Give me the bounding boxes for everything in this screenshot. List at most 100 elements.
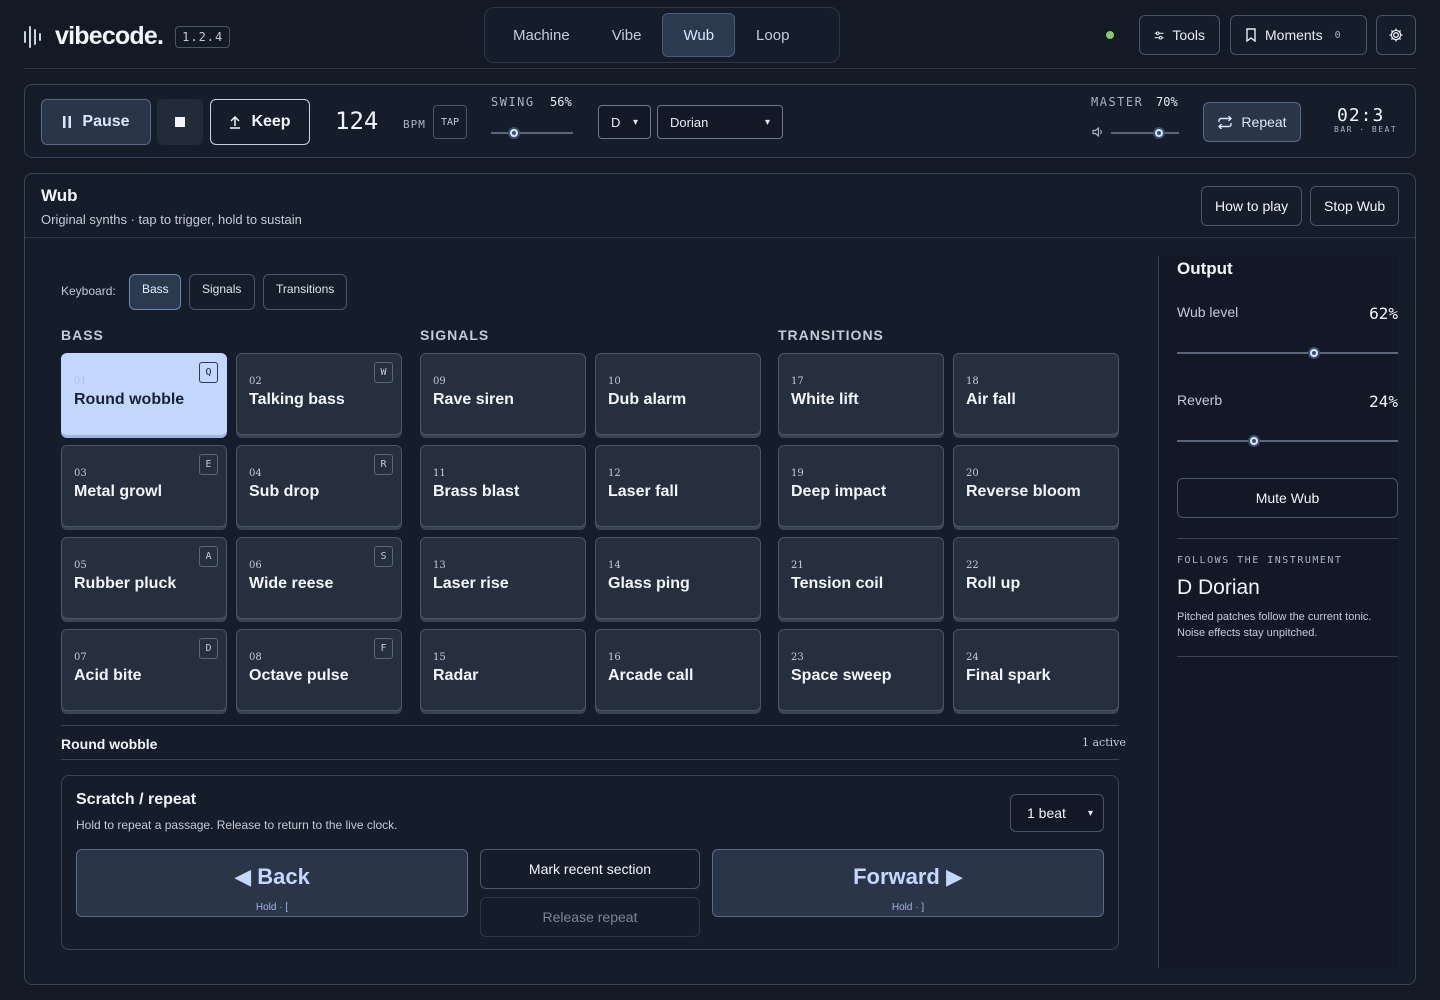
master-volume-knob[interactable] (1152, 127, 1165, 139)
pad-number: 05 (74, 560, 87, 571)
keyboard-tab-bass[interactable]: Bass (129, 274, 181, 310)
transport-bar: Pause Keep 124 BPM TAP SWING 56% D ▾ Dor… (24, 84, 1416, 158)
master-value: 70% (1156, 95, 1178, 109)
mute-wub-button[interactable]: Mute Wub (1177, 478, 1398, 518)
tab-loop[interactable]: Loop (735, 13, 810, 57)
mark-recent-section-button[interactable]: Mark recent section (480, 849, 700, 889)
pad-number: 23 (791, 652, 804, 663)
bpm-label: BPM (403, 118, 426, 131)
pause-button[interactable]: Pause (41, 99, 151, 145)
wub-level-knob[interactable] (1308, 347, 1321, 359)
pad-button[interactable]: 20 Reverse bloom (953, 445, 1119, 527)
pad-button[interactable]: 07 Acid bite D (61, 629, 227, 711)
swing-slider-knob[interactable] (507, 127, 520, 139)
forward-hint: Hold · ] (891, 902, 925, 913)
pad-button[interactable]: 23 Space sweep (778, 629, 944, 711)
keep-button[interactable]: Keep (210, 99, 310, 145)
group-title-signals: SIGNALS (420, 327, 490, 343)
pad-button[interactable]: 14 Glass ping (595, 537, 761, 619)
pause-icon (63, 116, 72, 128)
pad-name: Rubber pluck (74, 575, 177, 592)
pad-button[interactable]: 12 Laser fall (595, 445, 761, 527)
key-select-value: D (611, 114, 621, 130)
swing-slider[interactable] (491, 127, 573, 139)
pad-button[interactable]: 19 Deep impact (778, 445, 944, 527)
settings-button[interactable] (1376, 15, 1416, 55)
pad-button[interactable]: 22 Roll up (953, 537, 1119, 619)
pad-key-hint: Q (199, 362, 218, 383)
pad-button[interactable]: 09 Rave siren (420, 353, 586, 435)
pad-button[interactable]: 01 Round wobble Q (61, 353, 227, 435)
app-logo[interactable]: vibecode. 1.2.4 (24, 22, 231, 51)
chevron-down-icon: ▾ (632, 116, 638, 128)
group-title-transitions: TRANSITIONS (778, 327, 884, 343)
master-volume-slider[interactable] (1111, 127, 1179, 139)
reverb-slider[interactable] (1177, 435, 1398, 447)
stop-button[interactable] (157, 99, 203, 145)
pad-name: Roll up (966, 575, 1021, 592)
pad-button[interactable]: 05 Rubber pluck A (61, 537, 227, 619)
pad-button[interactable]: 04 Sub drop R (236, 445, 402, 527)
upload-icon (230, 115, 241, 129)
version-badge: 1.2.4 (175, 25, 231, 48)
back-hint: Hold · [ (255, 902, 289, 913)
wub-level-value: 62% (1369, 304, 1398, 323)
tab-machine[interactable]: Machine (492, 13, 591, 57)
back-button[interactable]: ◀ Back Hold · [ (76, 849, 468, 917)
pad-button[interactable]: 17 White lift (778, 353, 944, 435)
tab-wub[interactable]: Wub (662, 13, 736, 57)
how-to-play-button[interactable]: How to play (1201, 186, 1303, 226)
pad-number: 17 (791, 376, 804, 387)
divider (61, 725, 1119, 726)
forward-label: Forward ▶ (853, 864, 963, 889)
pad-number: 11 (433, 468, 446, 479)
pad-number: 14 (608, 560, 621, 571)
pad-button[interactable]: 15 Radar (420, 629, 586, 711)
pad-button[interactable]: 02 Talking bass W (236, 353, 402, 435)
key-select[interactable]: D ▾ (598, 105, 651, 139)
swing-label: SWING (491, 95, 535, 109)
repeat-length-select[interactable]: 1 beat ▾ (1010, 794, 1104, 832)
bpm-value[interactable]: 124 (335, 107, 378, 135)
keyboard-tab-signals[interactable]: Signals (189, 274, 255, 310)
reverb-knob[interactable] (1248, 435, 1261, 447)
chevron-down-icon: ▾ (764, 116, 770, 128)
tap-tempo-button[interactable]: TAP (433, 105, 467, 139)
repeat-button[interactable]: Repeat (1203, 102, 1301, 142)
pad-number: 08 (249, 652, 262, 663)
stop-wub-button[interactable]: Stop Wub (1310, 186, 1400, 226)
pad-button[interactable]: 03 Metal growl E (61, 445, 227, 527)
pad-button[interactable]: 18 Air fall (953, 353, 1119, 435)
pad-key-hint: A (199, 546, 218, 567)
pad-name: Talking bass (249, 391, 345, 408)
pad-button[interactable]: 13 Laser rise (420, 537, 586, 619)
tab-vibe[interactable]: Vibe (591, 13, 663, 57)
divider (1177, 656, 1398, 657)
waveform-logo-icon (24, 25, 41, 49)
pad-button[interactable]: 21 Tension coil (778, 537, 944, 619)
chevron-down-icon: ▾ (1087, 807, 1093, 819)
pad-name: Glass ping (608, 575, 690, 592)
key-note: Pitched patches follow the current tonic… (1177, 611, 1372, 639)
scratch-repeat-card: Scratch / repeat Hold to repeat a passag… (61, 775, 1119, 950)
panel-header: Wub Original synths · tap to trigger, ho… (25, 174, 1415, 238)
keyboard-tab-transitions[interactable]: Transitions (263, 274, 347, 310)
position-clock-label: BAR · BEAT (1334, 125, 1398, 134)
pad-button[interactable]: 08 Octave pulse F (236, 629, 402, 711)
pad-number: 18 (966, 376, 979, 387)
pad-number: 24 (966, 652, 979, 663)
moments-button[interactable]: Moments 0 (1230, 15, 1367, 55)
pad-button[interactable]: 24 Final spark (953, 629, 1119, 711)
scale-select[interactable]: Dorian ▾ (657, 105, 783, 139)
pad-key-hint: W (374, 362, 393, 383)
tools-button[interactable]: Tools (1139, 15, 1220, 55)
repeat-length-value: 1 beat (1027, 805, 1066, 821)
pad-button[interactable]: 10 Dub alarm (595, 353, 761, 435)
pad-button[interactable]: 11 Brass blast (420, 445, 586, 527)
forward-button[interactable]: Forward ▶ Hold · ] (712, 849, 1104, 917)
pad-name: Wide reese (249, 575, 334, 592)
pad-button[interactable]: 06 Wide reese S (236, 537, 402, 619)
pad-button[interactable]: 16 Arcade call (595, 629, 761, 711)
release-repeat-button[interactable]: Release repeat (480, 897, 700, 937)
wub-level-slider[interactable] (1177, 347, 1398, 359)
